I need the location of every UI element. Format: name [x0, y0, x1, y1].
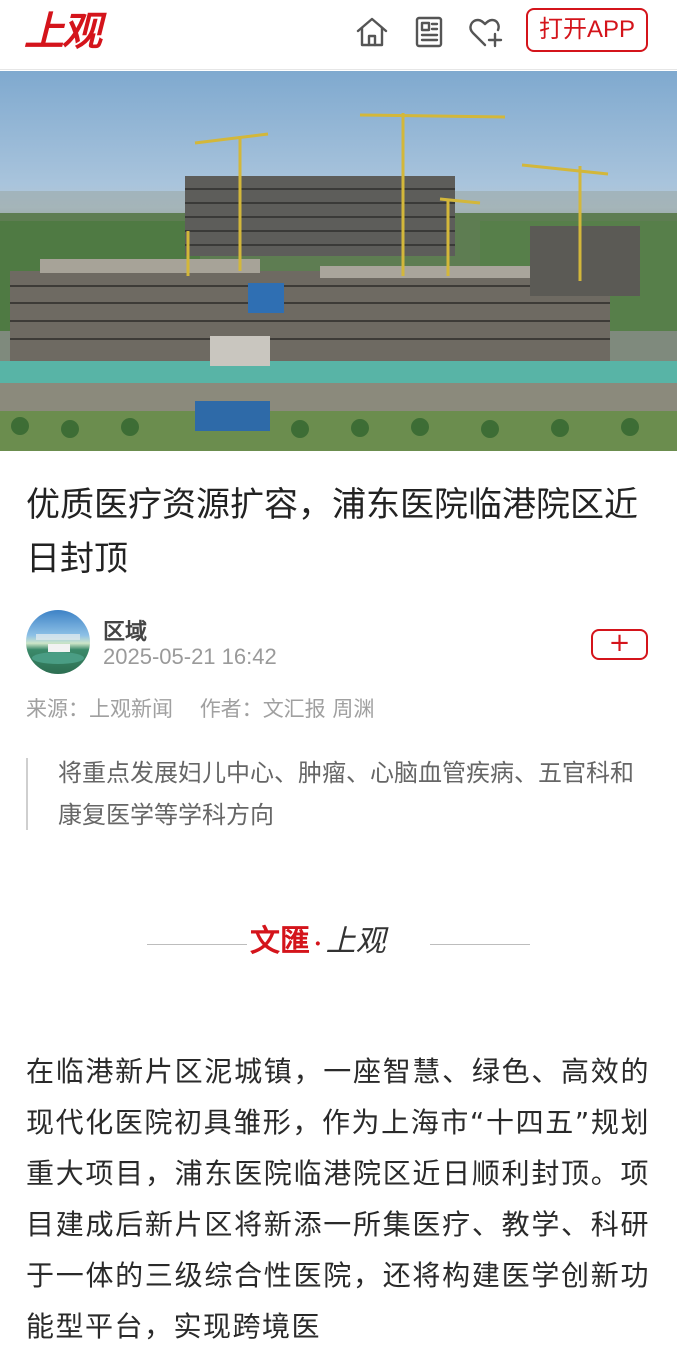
open-app-button[interactable]: 打开APP — [526, 8, 648, 52]
body-paragraph: 在临港新片区泥城镇，一座智慧、绿色、高效的现代化医院初具雏形，作为上海市“十四五… — [26, 1055, 650, 1343]
summary-text: 将重点发展妇儿中心、肿瘤、心脑血管疾病、五官科和康复医学等学科方向 — [58, 759, 634, 829]
article-hero-image — [0, 71, 677, 451]
source-label: 来源： — [26, 697, 89, 721]
author-value: 文汇报 周渊 — [262, 697, 375, 721]
author-label: 作者： — [199, 697, 263, 721]
app-logo[interactable]: 上观 — [24, 8, 102, 56]
article-meta: 来源：上观新闻 作者：文汇报 周渊 — [26, 693, 394, 723]
brand-wenhui: 文匯 — [250, 924, 310, 959]
source-value: 上观新闻 — [89, 697, 173, 721]
divider-right — [430, 944, 530, 945]
home-icon[interactable] — [354, 14, 390, 50]
brand-wenhui-shangguan: 文匯 · 上观 — [250, 920, 386, 966]
newspaper-icon[interactable] — [411, 14, 447, 50]
author-avatar[interactable] — [26, 610, 90, 674]
article-summary: 将重点发展妇儿中心、肿瘤、心脑血管疾病、五官科和康复医学等学科方向 — [26, 758, 656, 830]
article-title: 优质医疗资源扩容，浦东医院临港院区近日封顶 — [26, 485, 638, 579]
source-info: 来源：上观新闻 — [26, 697, 173, 721]
heart-add-icon[interactable] — [467, 14, 503, 50]
publish-time: 2025-05-21 16:42 — [103, 644, 277, 669]
article-body: 在临港新片区泥城镇，一座智慧、绿色、高效的现代化医院初具雏形，作为上海市“十四五… — [26, 1046, 650, 1352]
author-name[interactable]: 区域 — [103, 614, 147, 646]
brand-dot: · — [314, 931, 322, 957]
divider-left — [147, 944, 247, 945]
top-bar: 上观 打开APP — [0, 0, 677, 70]
follow-button[interactable]: + — [591, 629, 648, 660]
brand-shangguan: 上观 — [325, 924, 386, 959]
author-info: 作者：文汇报 周渊 — [200, 697, 375, 721]
